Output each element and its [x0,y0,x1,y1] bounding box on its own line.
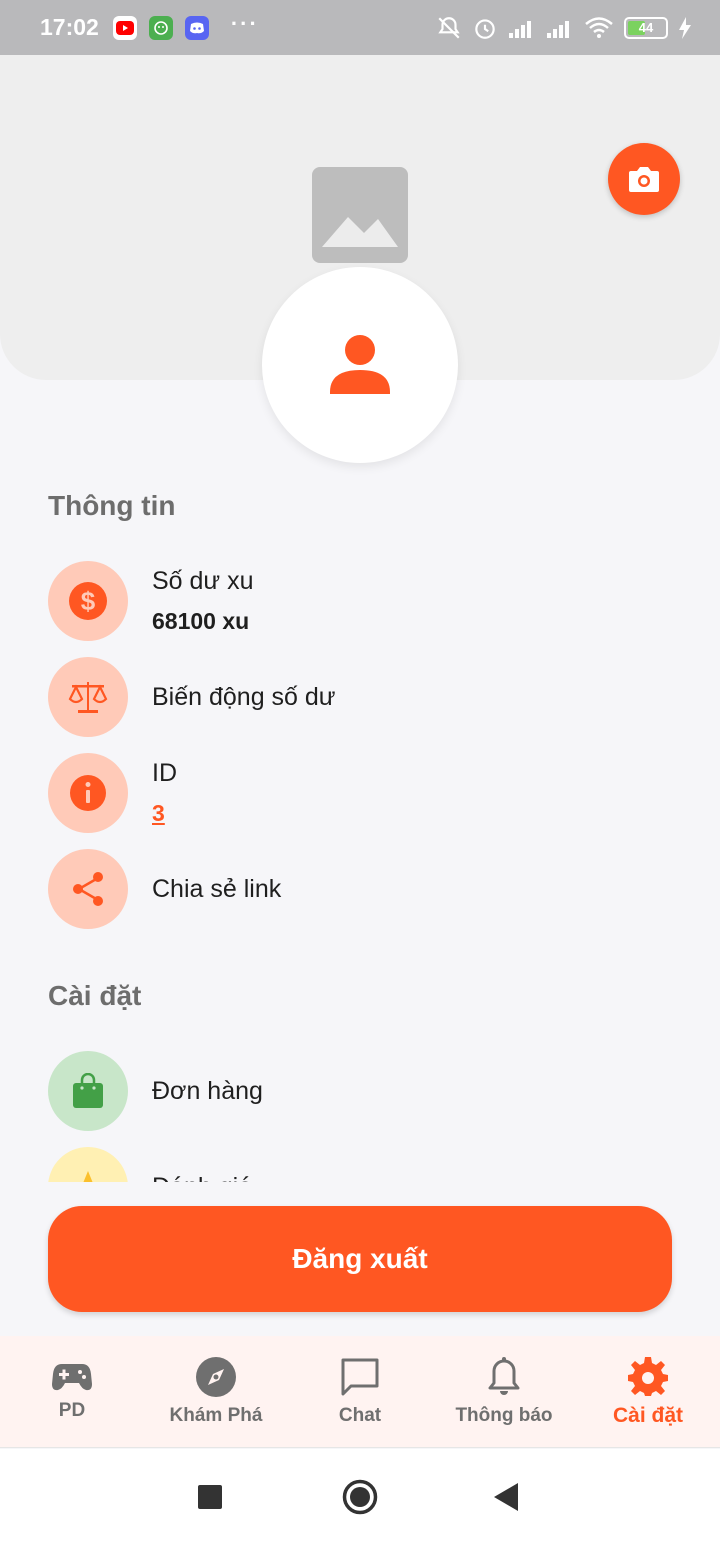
square-icon [198,1485,222,1509]
youtube-icon [112,15,137,40]
user-icon [330,335,390,394]
nav-label-explore: Khám Phá [169,1404,263,1426]
orders-icon-wrap [48,1051,128,1131]
section-title-info: Thông tin [48,490,176,521]
status-time: 17:02 [40,14,99,40]
system-nav-bar [0,1449,720,1544]
discord-icon [184,15,209,40]
back-triangle-icon [494,1483,518,1511]
list-item-balance-history[interactable]: Biến động số dư [48,657,336,737]
id-label: ID [152,759,177,787]
gear-icon [628,1356,668,1396]
balance-scale-icon [68,682,108,713]
wifi-icon [585,16,613,38]
info-icon [70,775,106,811]
logout-button[interactable]: Đăng xuất [48,1206,672,1312]
battery-level: 44 [638,20,654,35]
section-title-settings: Cài đặt [48,980,142,1011]
charging-icon [679,16,691,39]
list-item-balance[interactable]: $ Số dư xu 68100 xu [48,561,254,641]
mute-icon [438,16,460,39]
status-icons: 44 [436,15,692,41]
settings-list[interactable]: $ Số dư xu 68100 xu Biến động số dư ID 3… [0,540,720,1182]
share-icon-wrap [48,849,128,929]
home-circle-icon [342,1479,378,1515]
shopping-bag-icon [73,1073,103,1108]
id-icon-wrap [48,753,128,833]
more-dots-icon: ··· [230,10,259,36]
list-item-orders[interactable]: Đơn hàng [48,1051,263,1131]
nav-item-explore[interactable]: Khám Phá [144,1336,288,1447]
alarm-icon [475,18,495,39]
camera-icon [629,167,659,192]
balance-value: 68100 xu [152,608,250,634]
bell-icon [488,1356,520,1395]
balance-label: Số dư xu [152,567,254,595]
signal-icon [509,20,531,38]
battery-icon: 44 [624,16,668,39]
nav-item-chat[interactable]: Chat [288,1336,432,1447]
app-icon [148,15,173,40]
balance-icon-wrap: $ [48,561,128,641]
share-link-label: Chia sẻ link [152,874,282,903]
balance-history-icon-wrap [48,657,128,737]
share-icon [73,872,103,906]
change-cover-button[interactable] [608,143,680,215]
bottom-nav: PD Khám Phá Chat Thông báo Cài đặt [0,1336,720,1448]
nav-label-chat: Chat [338,1404,382,1426]
dollar-icon: $ [69,582,107,620]
id-value-link[interactable]: 3 [152,800,177,827]
status-bar: 17:02 ··· 44 [0,0,720,55]
list-item-id[interactable]: ID 3 [48,753,177,833]
home-button[interactable] [342,1479,378,1515]
chat-icon [341,1358,379,1395]
list-item-reviews[interactable]: Đánh giá [48,1147,252,1182]
svg-text:$: $ [81,586,96,616]
balance-history-label: Biến động số dư [152,682,336,711]
gamepad-icon [52,1363,92,1390]
reviews-label: Đánh giá [152,1173,252,1183]
nav-item-notifications[interactable]: Thông báo [432,1336,576,1447]
nav-label-notifications: Thông báo [455,1404,553,1426]
compass-icon [196,1356,236,1397]
nav-item-settings[interactable]: Cài đặt [576,1336,720,1447]
orders-label: Đơn hàng [152,1076,263,1105]
nav-item-pd[interactable]: PD [0,1336,144,1447]
image-placeholder-icon [312,167,408,263]
list-item-share-link[interactable]: Chia sẻ link [48,849,281,929]
nav-label-settings: Cài đặt [612,1403,683,1427]
nav-label-pd: PD [58,1399,86,1421]
reviews-icon-wrap [48,1147,128,1182]
avatar[interactable] [262,267,458,463]
back-button[interactable] [494,1483,518,1511]
signal-icon [547,20,569,38]
recents-button[interactable] [198,1485,222,1509]
star-icon [83,1171,93,1182]
